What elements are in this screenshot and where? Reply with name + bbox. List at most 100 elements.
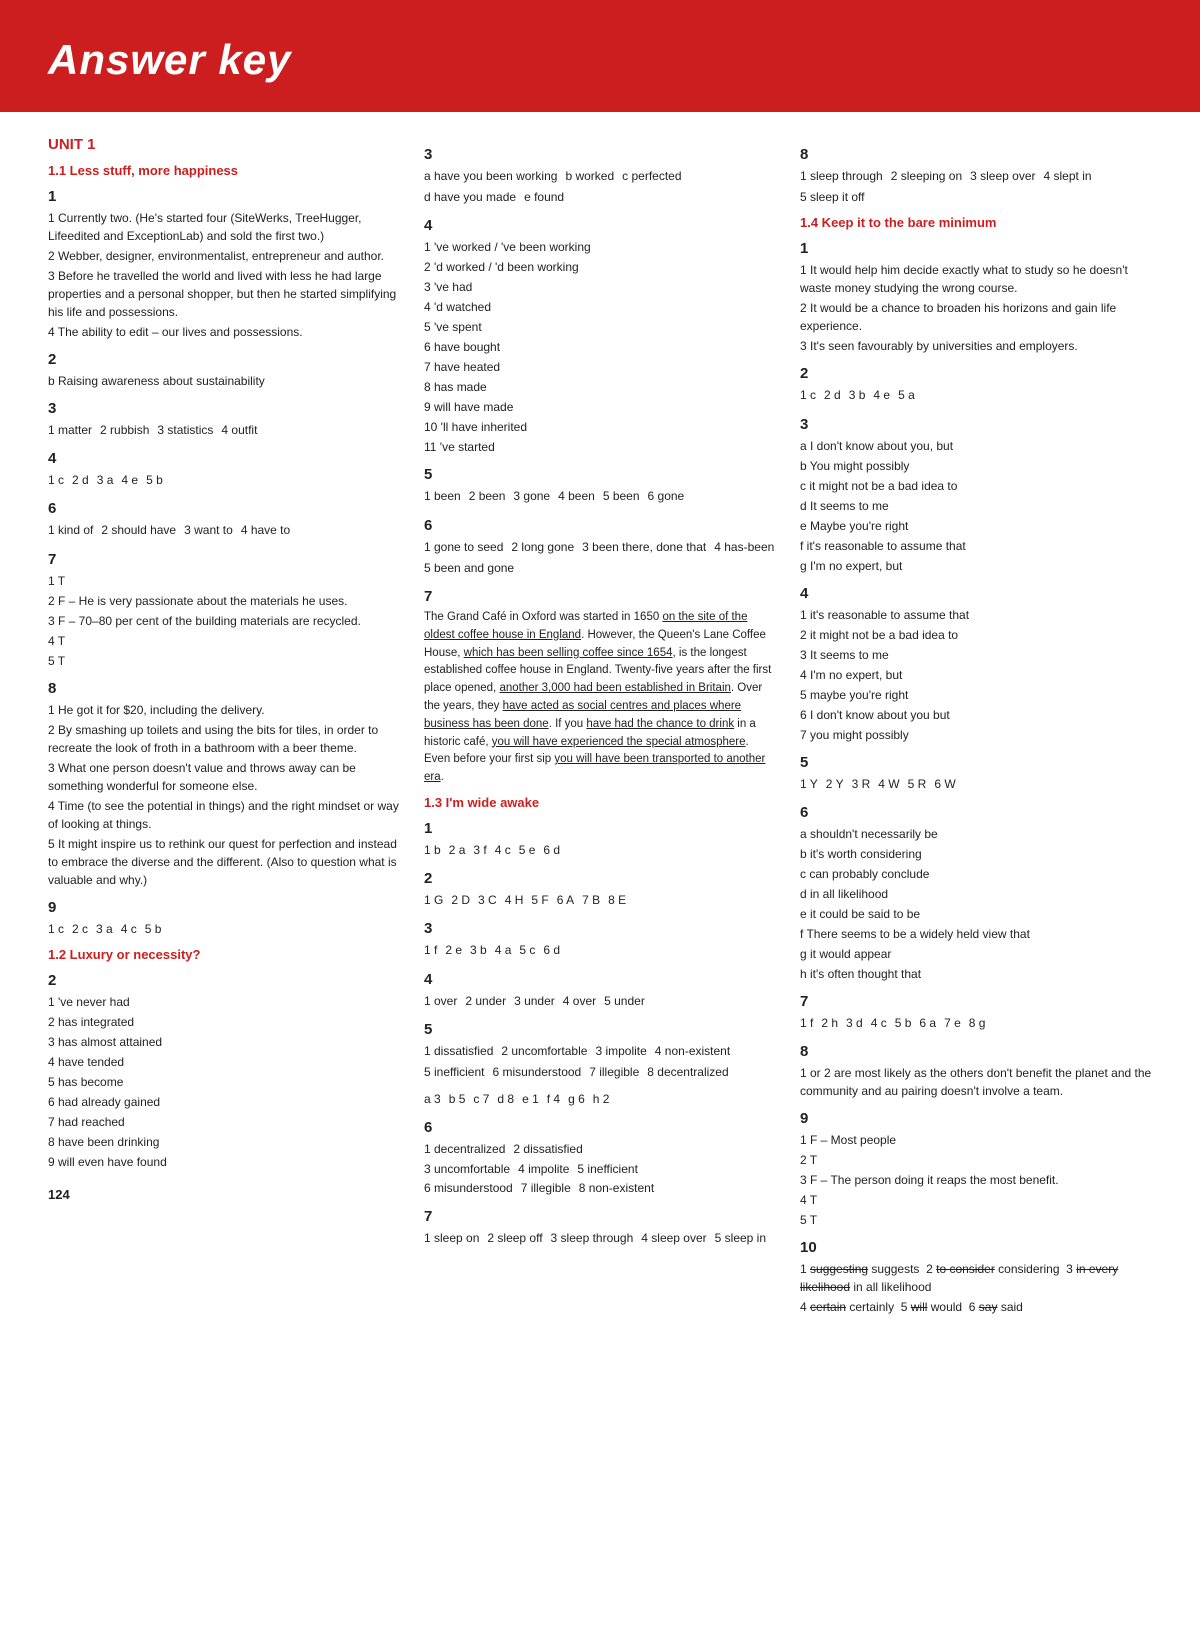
answer-line: 7 had reached	[48, 1113, 400, 1131]
answer: 2 uncomfortable	[501, 1042, 587, 1061]
answer: 8 g	[969, 1014, 986, 1033]
answer-line: 1 've never had	[48, 993, 400, 1011]
answer: 4 outfit	[221, 421, 257, 440]
answer: 3 C	[478, 891, 497, 910]
answer: 3 f	[473, 841, 486, 860]
answer-line: 6 have bought	[424, 338, 776, 356]
answer-line: 1 F – Most people	[800, 1131, 1152, 1149]
answer: 2 a	[449, 841, 466, 860]
s1-4-ex9: 1 F – Most people 2 T 3 F – The person d…	[800, 1131, 1152, 1229]
s1-4-ex4: 1 it's reasonable to assume that 2 it mi…	[800, 606, 1152, 744]
main-content: UNIT 1 1.1 Less stuff, more happiness 1 …	[0, 112, 1200, 1356]
answer: 1 b	[424, 841, 441, 860]
answer: a 3	[424, 1090, 441, 1109]
answer-line: 7 you might possibly	[800, 726, 1152, 744]
answer: 4 been	[558, 487, 595, 506]
answer: b worked	[565, 167, 614, 186]
answer-line: h it's often thought that	[800, 965, 1152, 983]
answer: 3 uncomfortable	[424, 1160, 510, 1179]
answer: 4 c	[495, 841, 511, 860]
answer-line: 3 has almost attained	[48, 1033, 400, 1051]
answer: 1 sleep on	[424, 1229, 479, 1248]
answer: 6 gone	[648, 487, 685, 506]
answer: 3 d	[846, 1014, 863, 1033]
exercise-7-col2: The Grand Café in Oxford was started in …	[424, 609, 776, 787]
answer-line: c can probably conclude	[800, 865, 1152, 883]
answer: d have you made	[424, 188, 516, 207]
answer-line: 5 T	[800, 1211, 1152, 1229]
answer: 1 Y	[800, 775, 818, 794]
s1-3-ex5b: a 3 b 5 c 7 d 8 e 1 f 4 g 6 h 2	[424, 1090, 776, 1109]
answer-line: 3 Before he travelled the world and live…	[48, 267, 400, 321]
answer-line: 1 suggesting suggests 2 to consider cons…	[800, 1260, 1152, 1296]
exercise-4-answers: 1 c 2 d 3 a 4 e 5 b	[48, 471, 400, 490]
ex-num: 8	[48, 680, 400, 697]
ex-num: 6	[48, 500, 400, 517]
answer: 1 been	[424, 487, 461, 506]
answer: 1 sleep through	[800, 167, 883, 186]
s1-4-ex1: 1 It would help him decide exactly what …	[800, 261, 1152, 355]
page-number: 124	[48, 1187, 400, 1202]
ex-num: 1	[48, 188, 400, 205]
answer: c 7	[473, 1090, 489, 1109]
answer-line: 1 've worked / 've been working	[424, 238, 776, 256]
answer-line: e it could be said to be	[800, 905, 1152, 923]
answer-line: b it's worth considering	[800, 845, 1152, 863]
exercise-2-answers: b Raising awareness about sustainability	[48, 372, 400, 390]
ex6-line2: 3 uncomfortable 4 impolite 5 inefficient	[424, 1160, 776, 1179]
answer-line: d It seems to me	[800, 497, 1152, 515]
answer: 6 misunderstood	[493, 1063, 582, 1082]
answer-line: 2 It would be a chance to broaden his ho…	[800, 299, 1152, 335]
answer: c perfected	[622, 167, 681, 186]
exercise-7-answers: 1 T 2 F – He is very passionate about th…	[48, 572, 400, 670]
answer: 2 h	[821, 1014, 838, 1033]
s1-3-ex1: 1 b 2 a 3 f 4 c 5 e 6 d	[424, 841, 776, 860]
answer: 2 D	[451, 891, 470, 910]
answer: 3 sleep through	[551, 1229, 634, 1248]
ex-num: 4	[424, 971, 776, 988]
answer: 7 illegible	[589, 1063, 639, 1082]
answer-line: 4 'd watched	[424, 298, 776, 316]
answer: 2 under	[465, 992, 506, 1011]
section-1-3-title: 1.3 I'm wide awake	[424, 795, 776, 810]
answer: 1 c	[800, 386, 816, 405]
ex-num: 10	[800, 1239, 1152, 1256]
answer-line: g it would appear	[800, 945, 1152, 963]
answer: 3 a	[96, 920, 113, 939]
answer: 1 gone to seed	[424, 538, 503, 557]
ex-num: 9	[800, 1110, 1152, 1127]
section-1-2-title: 1.2 Luxury or necessity?	[48, 947, 400, 962]
answer: 5 sleep it off	[800, 188, 865, 207]
section-1-1-title: 1.1 Less stuff, more happiness	[48, 163, 400, 178]
answer: 6 W	[934, 775, 955, 794]
answer: 5 e	[519, 841, 536, 860]
answer: 3 want to	[184, 521, 233, 540]
ex-num: 5	[800, 754, 1152, 771]
answer: 5 been and gone	[424, 559, 514, 578]
ex-num: 6	[800, 804, 1152, 821]
answer: 4 H	[505, 891, 524, 910]
ex-num: 3	[424, 920, 776, 937]
answer-line: 2 'd worked / 'd been working	[424, 258, 776, 276]
answer: 2 long gone	[511, 538, 574, 557]
answer: 2 rubbish	[100, 421, 149, 440]
answer: 6 misunderstood	[424, 1179, 513, 1198]
unit-title: UNIT 1	[48, 136, 400, 153]
answer: 7 B	[582, 891, 600, 910]
answer: 4 sleep over	[641, 1229, 706, 1248]
answer: 5 F	[531, 891, 548, 910]
answer-line: 6 I don't know about you but	[800, 706, 1152, 724]
answer: 8 E	[608, 891, 626, 910]
answer: 2 Y	[826, 775, 844, 794]
answer-line: f it's reasonable to assume that	[800, 537, 1152, 555]
answer: 4 e	[121, 471, 138, 490]
s1-3-ex3: 1 f 2 e 3 b 4 a 5 c 6 d	[424, 941, 776, 960]
grand-cafe-text: The Grand Café in Oxford was started in …	[424, 609, 776, 787]
answer: 1 decentralized	[424, 1140, 505, 1159]
answer-line: a shouldn't necessarily be	[800, 825, 1152, 843]
exercise-8-col3: 1 sleep through 2 sleeping on 3 sleep ov…	[800, 167, 1152, 207]
answer: 5 inefficient	[424, 1063, 485, 1082]
ex-num: 2	[48, 351, 400, 368]
s1-4-ex7: 1 f 2 h 3 d 4 c 5 b 6 a 7 e 8 g	[800, 1014, 1152, 1033]
answer: 1 G	[424, 891, 443, 910]
